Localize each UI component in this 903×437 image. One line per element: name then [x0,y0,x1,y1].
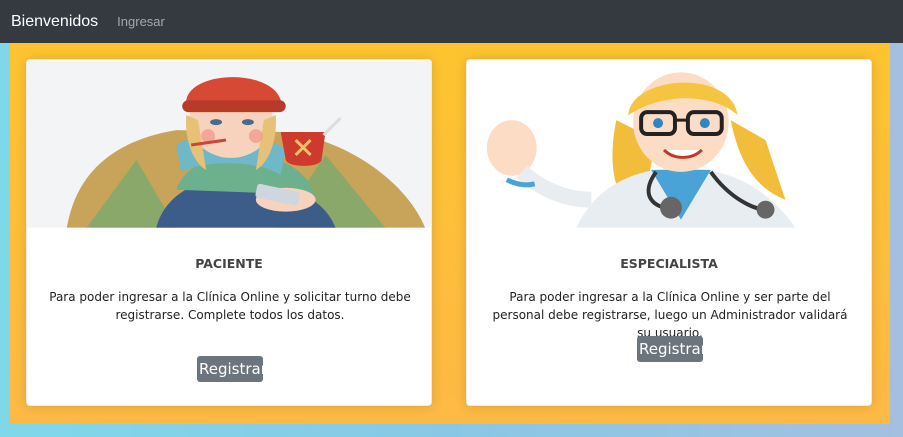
register-patient-button[interactable]: Registrar [197,356,267,382]
sick-patient-illustration [27,60,431,228]
card-text: Para poder ingresar a la Clínica Online … [492,290,848,340]
navbar-brand[interactable]: Bienvenidos [11,13,98,31]
register-specialist-button[interactable]: Registrar [637,336,707,362]
specialist-card: ESPECIALISTA Para poder ingresar a la Cl… [466,59,872,406]
navbar: Bienvenidos Ingresar [0,0,903,43]
card-title: ESPECIALISTA [620,256,718,271]
patient-card: PACIENTE Para poder ingresar a la Clínic… [26,59,432,406]
nav-link-ingresar[interactable]: Ingresar [117,14,165,29]
card-title: PACIENTE [195,256,263,271]
card-text: Para poder ingresar a la Clínica Online … [49,290,411,322]
main-panel: PACIENTE Para poder ingresar a la Clínic… [10,43,890,424]
doctor-illustration [467,60,871,228]
